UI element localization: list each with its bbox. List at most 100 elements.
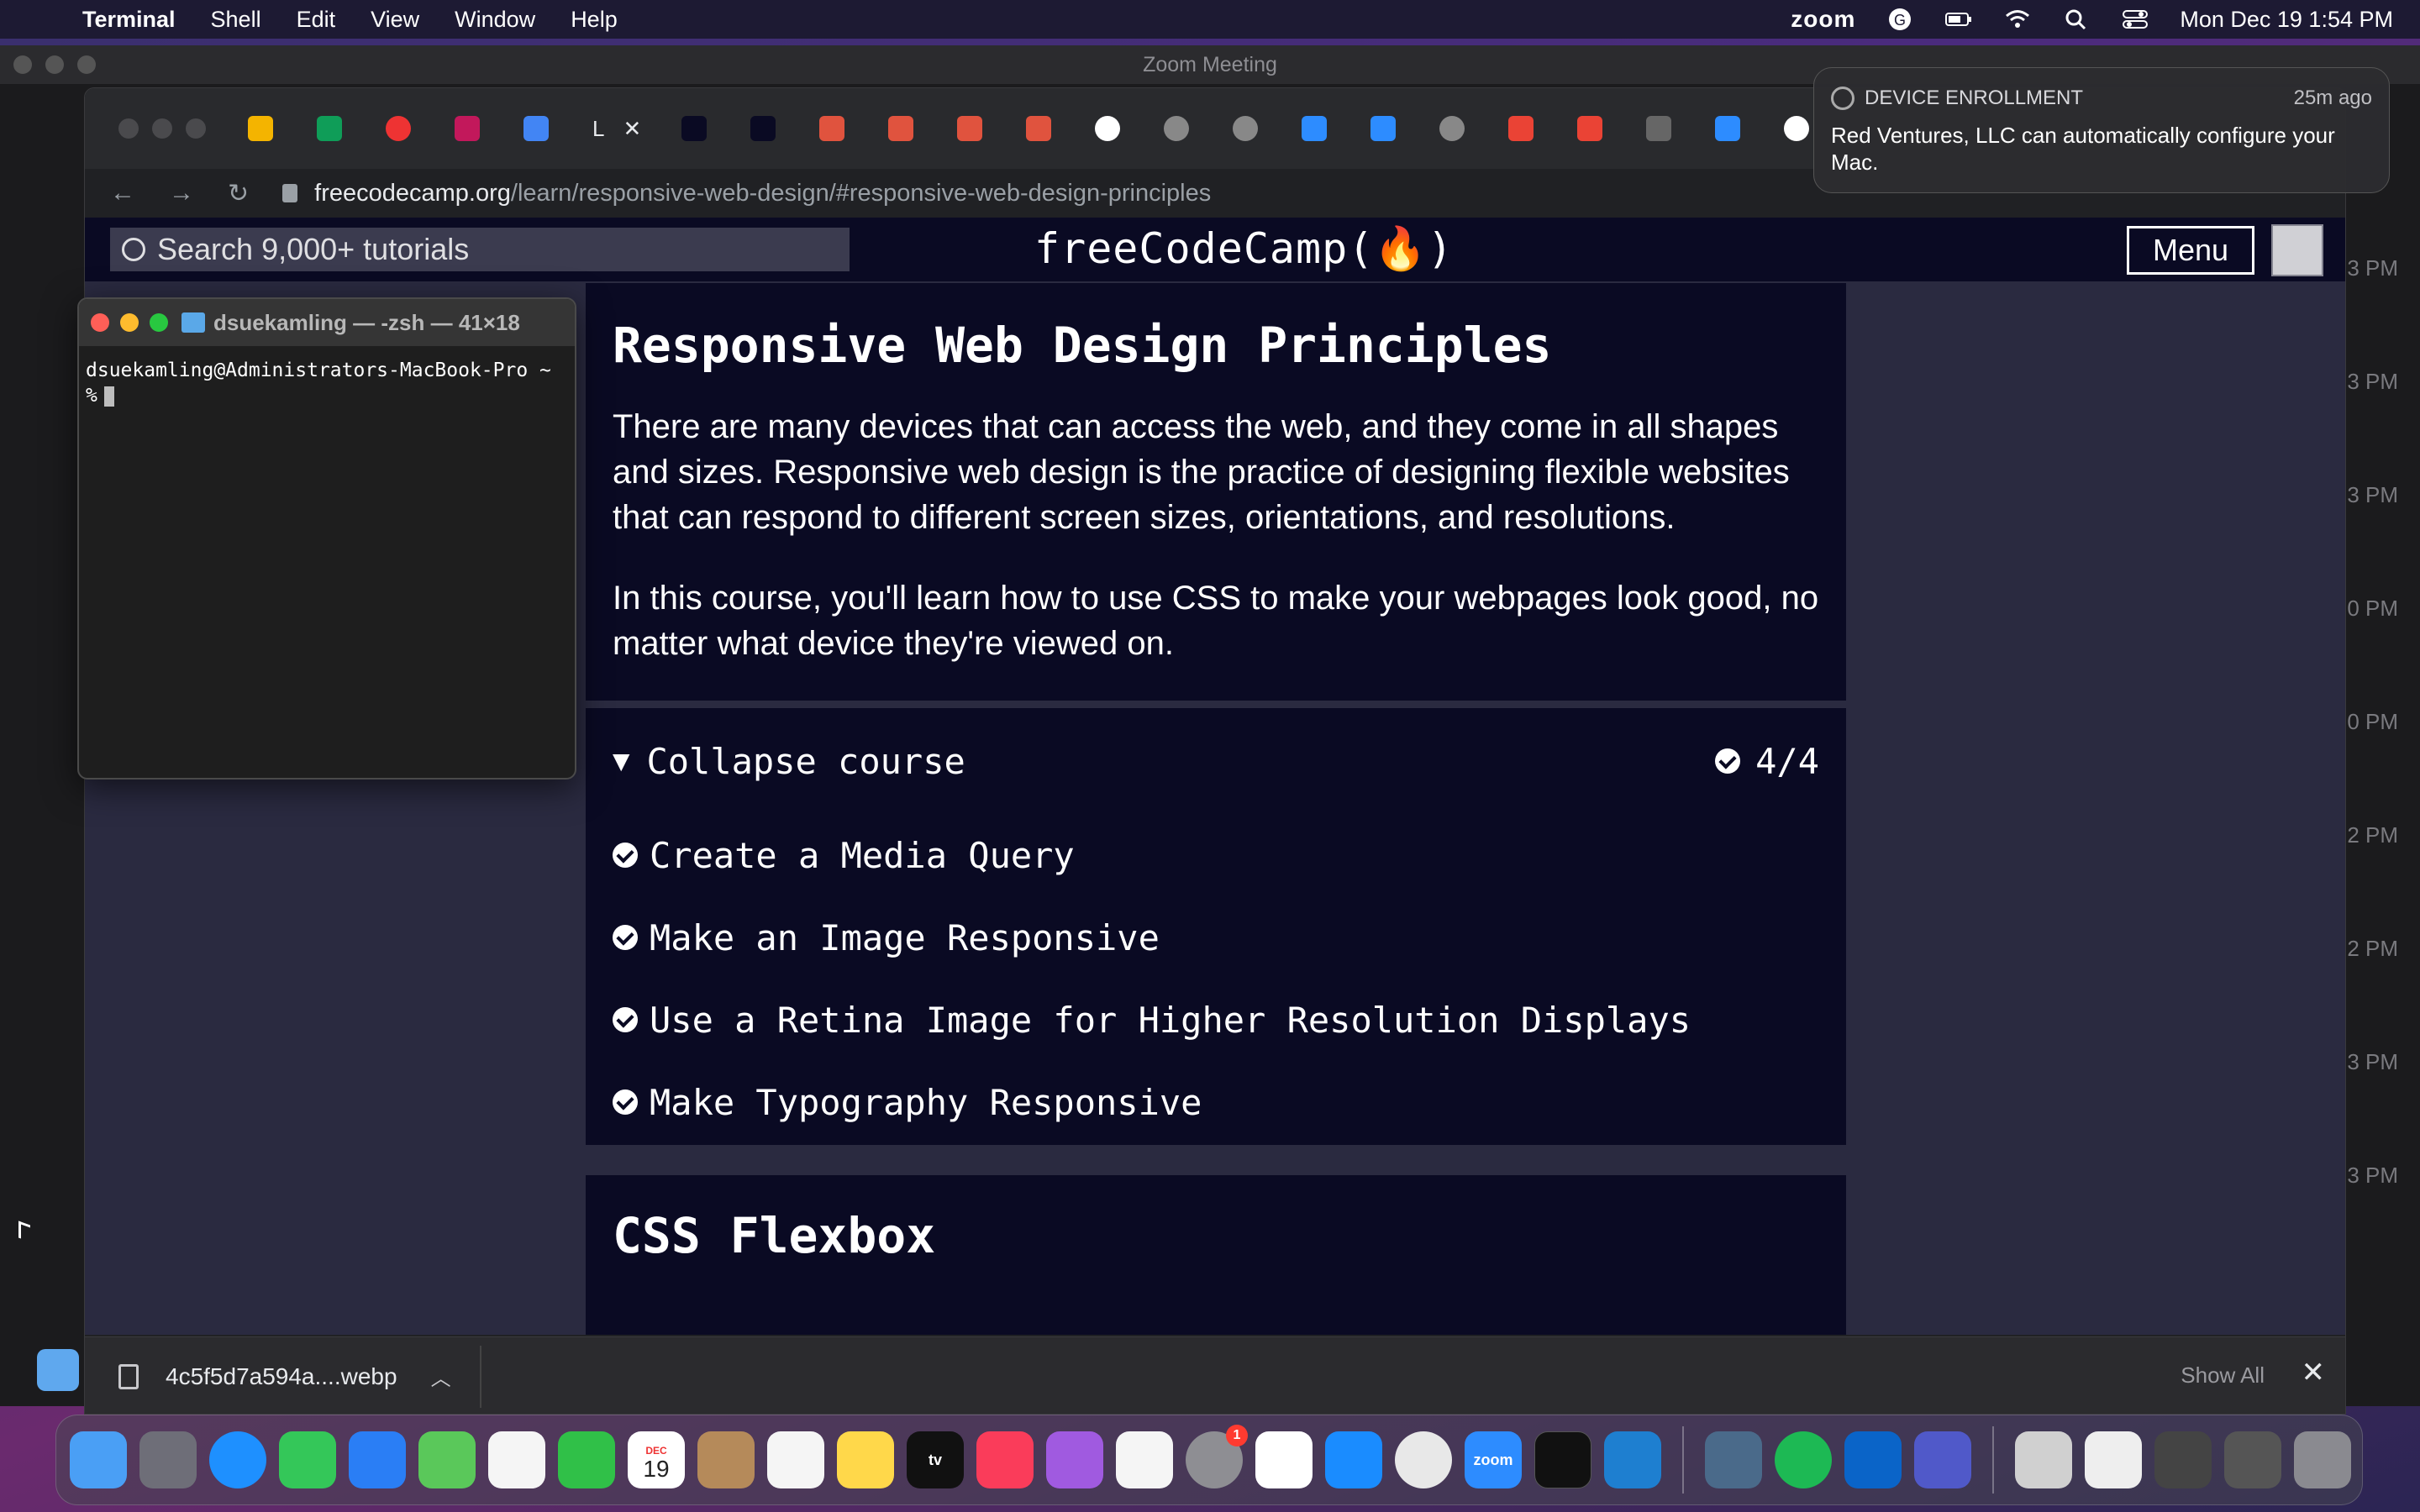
browser-minimize-button[interactable] (152, 118, 172, 139)
dock-preview-icon[interactable] (1705, 1431, 1762, 1488)
browser-zoom-button[interactable] (186, 118, 206, 139)
tab-gmail-icon[interactable] (1508, 116, 1534, 141)
tab-sheets-icon[interactable] (317, 116, 342, 141)
spotlight-search-icon[interactable] (2062, 7, 2091, 32)
wifi-icon[interactable] (2003, 7, 2032, 32)
dock-vscode-icon[interactable] (1604, 1431, 1661, 1488)
tab-gmail-icon[interactable] (1577, 116, 1603, 141)
dock-recent-window-icon[interactable] (2015, 1431, 2072, 1488)
tab-zoom-icon[interactable] (1715, 116, 1741, 141)
dock-photos-icon[interactable] (488, 1431, 545, 1488)
menu-edit[interactable]: Edit (297, 7, 336, 33)
zoom-minimize-button[interactable] (45, 55, 64, 74)
tab-github-icon[interactable] (1095, 116, 1121, 141)
dock-safari-icon[interactable] (209, 1431, 266, 1488)
dock-system-preferences-icon[interactable]: 1 (1186, 1425, 1248, 1488)
menu-app-name[interactable]: Terminal (82, 7, 176, 33)
zoom-close-button[interactable] (13, 55, 32, 74)
tab-codecademy-icon[interactable] (957, 116, 983, 141)
tab-percent-icon[interactable] (1646, 116, 1672, 141)
dock-zoom-icon[interactable]: zoom (1465, 1431, 1522, 1488)
tab-google-icon[interactable] (1784, 116, 1810, 141)
next-section-title[interactable]: CSS Flexbox (613, 1207, 1819, 1264)
tab-freecodecamp-icon[interactable] (681, 116, 708, 141)
dock-chrome-icon[interactable] (1395, 1431, 1452, 1488)
tab-globe-icon[interactable] (1439, 116, 1465, 141)
dock-terminal-icon[interactable] (1534, 1431, 1591, 1488)
dock-appletv-icon[interactable]: tv (907, 1431, 964, 1488)
dock-messages-icon[interactable] (279, 1431, 336, 1488)
dock-recent-document-icon[interactable] (2085, 1431, 2142, 1488)
tab-active[interactable]: L ✕ (592, 116, 641, 142)
search-input[interactable]: Search 9,000+ tutorials (110, 228, 850, 271)
tab-rv-icon[interactable] (455, 116, 480, 141)
menu-window[interactable]: Window (455, 7, 535, 33)
terminal-close-button[interactable] (91, 313, 109, 332)
dock-trash-icon[interactable] (2294, 1431, 2351, 1488)
lesson-link[interactable]: Use a Retina Image for Higher Resolution… (613, 979, 1819, 1061)
forward-arrow-icon[interactable]: → (169, 179, 194, 207)
back-arrow-icon[interactable]: ← (110, 179, 135, 207)
menubar-clock[interactable]: Mon Dec 19 1:54 PM (2180, 7, 2393, 33)
tab-codecademy-icon[interactable] (819, 116, 845, 141)
show-all-button[interactable]: Show All (2181, 1362, 2265, 1389)
dock-finder-icon[interactable] (70, 1431, 127, 1488)
dock-mail-icon[interactable] (349, 1431, 406, 1488)
tab-redventures-icon[interactable] (386, 116, 411, 141)
fcc-logo[interactable]: freeCodeCamp(🔥) (1034, 224, 1454, 274)
dock-maps-icon[interactable] (418, 1431, 476, 1488)
dock-recent-screenshot-icon[interactable] (2224, 1431, 2281, 1488)
tab-codecademy-icon[interactable] (1026, 116, 1052, 141)
dock-music-icon[interactable] (976, 1431, 1034, 1488)
dock-teams-icon[interactable] (1914, 1431, 1971, 1488)
lesson-link[interactable]: Create a Media Query (613, 814, 1819, 896)
menu-button[interactable]: Menu (2127, 226, 2254, 275)
user-avatar[interactable] (2271, 224, 2323, 276)
terminal-window[interactable]: dsuekamling — -zsh — 41×18 dsuekamling@A… (77, 297, 576, 780)
dock-reminders-icon[interactable] (767, 1431, 824, 1488)
dock-contacts-icon[interactable] (697, 1431, 755, 1488)
download-filename[interactable]: 4c5f5d7a594a....webp (166, 1363, 397, 1390)
dock-recent-screenshot-icon[interactable] (2154, 1431, 2212, 1488)
dock-launchpad-icon[interactable] (139, 1431, 197, 1488)
reload-icon[interactable]: ↻ (228, 179, 249, 208)
finder-icon[interactable] (37, 1349, 79, 1391)
zoom-zoom-button[interactable] (77, 55, 96, 74)
terminal-zoom-button[interactable] (150, 313, 168, 332)
lesson-link[interactable]: Make an Image Responsive (613, 896, 1819, 979)
tab-zoom-icon[interactable] (1370, 116, 1397, 141)
grammarly-icon[interactable]: G (1886, 7, 1914, 32)
menu-view[interactable]: View (371, 7, 419, 33)
dock-outlook-icon[interactable] (1844, 1431, 1902, 1488)
lock-icon[interactable] (282, 184, 298, 202)
dock-spotify-icon[interactable] (1775, 1431, 1832, 1488)
close-icon[interactable]: ✕ (2302, 1356, 2326, 1389)
terminal-output[interactable]: dsuekamling@Administrators-MacBook-Pro ~… (79, 346, 575, 420)
terminal-titlebar[interactable]: dsuekamling — -zsh — 41×18 (79, 299, 575, 346)
tab-globe-icon[interactable] (1164, 116, 1190, 141)
chevron-up-icon[interactable]: ︿ (431, 1362, 451, 1391)
battery-icon[interactable] (1944, 7, 1973, 32)
tab-close-icon[interactable]: ✕ (623, 116, 641, 142)
tab-docs-icon[interactable] (523, 116, 549, 141)
dock-appstore-icon[interactable] (1325, 1431, 1382, 1488)
zoom-status-item[interactable]: zoom (1791, 6, 1855, 33)
control-center-icon[interactable] (2121, 7, 2149, 32)
lesson-link[interactable]: Make Typography Responsive (613, 1061, 1819, 1143)
tab-zoom-icon[interactable] (1302, 116, 1328, 141)
tab-globe-icon[interactable] (1233, 116, 1259, 141)
url-field[interactable]: freecodecamp.org/learn/responsive-web-de… (282, 180, 1211, 207)
tab-freecodecamp-icon[interactable] (750, 116, 776, 141)
menu-help[interactable]: Help (571, 7, 618, 33)
dock-news-icon[interactable] (1116, 1431, 1173, 1488)
terminal-minimize-button[interactable] (120, 313, 139, 332)
dock-notes-icon[interactable] (837, 1431, 894, 1488)
tab-codecademy-icon[interactable] (888, 116, 914, 141)
device-enrollment-notification[interactable]: DEVICE ENROLLMENT 25m ago Red Ventures, … (1813, 67, 2390, 193)
dock-podcasts-icon[interactable] (1046, 1431, 1103, 1488)
dock-calendar-icon[interactable]: DEC 19 (628, 1431, 685, 1488)
dock-facetime-icon[interactable] (558, 1431, 615, 1488)
dock-slack-icon[interactable] (1255, 1431, 1313, 1488)
menu-shell[interactable]: Shell (211, 7, 261, 33)
collapse-course-toggle[interactable]: ▼ Collapse course 4/4 (613, 708, 1819, 814)
